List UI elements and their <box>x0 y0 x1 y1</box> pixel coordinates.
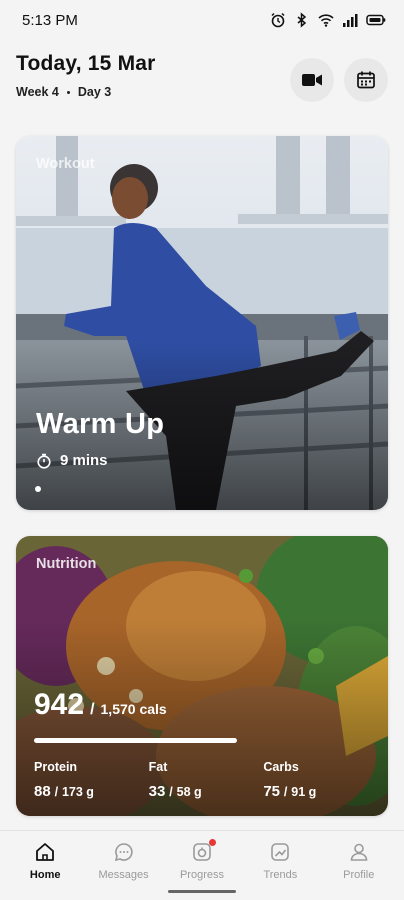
macro-value: 33 / 58 g <box>148 783 202 800</box>
calories-target: 1,570 cals <box>100 701 167 717</box>
calories-summary: 942 / 1,570 cals <box>34 688 167 722</box>
macro-value: 75 / 91 g <box>263 783 317 800</box>
tab-label: Profile <box>343 869 375 881</box>
macro-name: Protein <box>34 760 78 774</box>
home-icon <box>36 843 55 861</box>
status-bar: 5:13 PM <box>0 0 404 40</box>
macro-name: Fat <box>148 760 168 774</box>
signal-icon <box>343 14 358 27</box>
macro-value: 88 / 173 g <box>34 783 94 800</box>
macro-name: Carbs <box>263 760 299 774</box>
tab-messages[interactable]: Messages <box>89 831 159 900</box>
chat-icon <box>114 843 133 862</box>
workout-duration-text: 9 mins <box>60 452 108 469</box>
calories-progress-bar <box>34 738 237 743</box>
app-screen: 5:13 PM Today, 15 Mar Week 4 Day 3 Worko… <box>0 0 404 900</box>
carousel-indicator <box>35 486 41 492</box>
alarm-icon <box>271 12 285 28</box>
header: Today, 15 Mar Week 4 Day 3 <box>16 52 388 112</box>
week-label: Week 4 <box>16 85 59 99</box>
workout-card-label: Workout <box>36 156 95 172</box>
progress-icon-wrap <box>191 839 216 863</box>
calories-consumed: 942 <box>34 688 85 721</box>
home-indicator <box>168 890 236 893</box>
video-call-button[interactable] <box>290 58 334 102</box>
separator-dot <box>66 90 70 94</box>
battery-icon <box>366 14 386 26</box>
day-label: Day 3 <box>77 85 112 99</box>
calories-divider: / <box>90 701 95 718</box>
video-camera-icon <box>302 74 322 86</box>
nutrition-card[interactable]: Nutrition 942 / 1,570 cals Protein 88 / … <box>16 536 388 816</box>
macro-protein: Protein 88 / 173 g <box>34 760 149 800</box>
workout-duration: 9 mins <box>36 452 108 469</box>
tab-label: Home <box>29 869 61 881</box>
tab-label: Trends <box>263 869 298 881</box>
bluetooth-icon <box>297 12 307 28</box>
macro-carbs: Carbs 75 / 91 g <box>263 760 378 800</box>
calendar-icon <box>357 71 375 89</box>
trends-icon <box>271 843 290 861</box>
wifi-icon <box>318 14 334 27</box>
workout-title: Warm Up <box>36 408 165 440</box>
profile-icon <box>350 843 368 861</box>
status-icons <box>270 12 386 28</box>
notification-badge <box>208 839 216 846</box>
tab-label: Messages <box>98 869 149 881</box>
macros-row: Protein 88 / 173 g Fat 33 / 58 g Carbs 7… <box>34 760 378 800</box>
calendar-button[interactable] <box>344 58 388 102</box>
workout-card[interactable]: Workout Warm Up 9 mins <box>16 136 388 510</box>
macro-fat: Fat 33 / 58 g <box>149 760 264 800</box>
nutrition-card-label: Nutrition <box>36 556 97 572</box>
status-time: 5:13 PM <box>22 11 78 29</box>
tab-profile[interactable]: Profile <box>324 831 394 900</box>
tab-trends[interactable]: Trends <box>245 831 315 900</box>
tab-label: Progress <box>179 869 224 881</box>
stopwatch-icon <box>37 453 51 469</box>
tab-home[interactable]: Home <box>10 831 80 900</box>
